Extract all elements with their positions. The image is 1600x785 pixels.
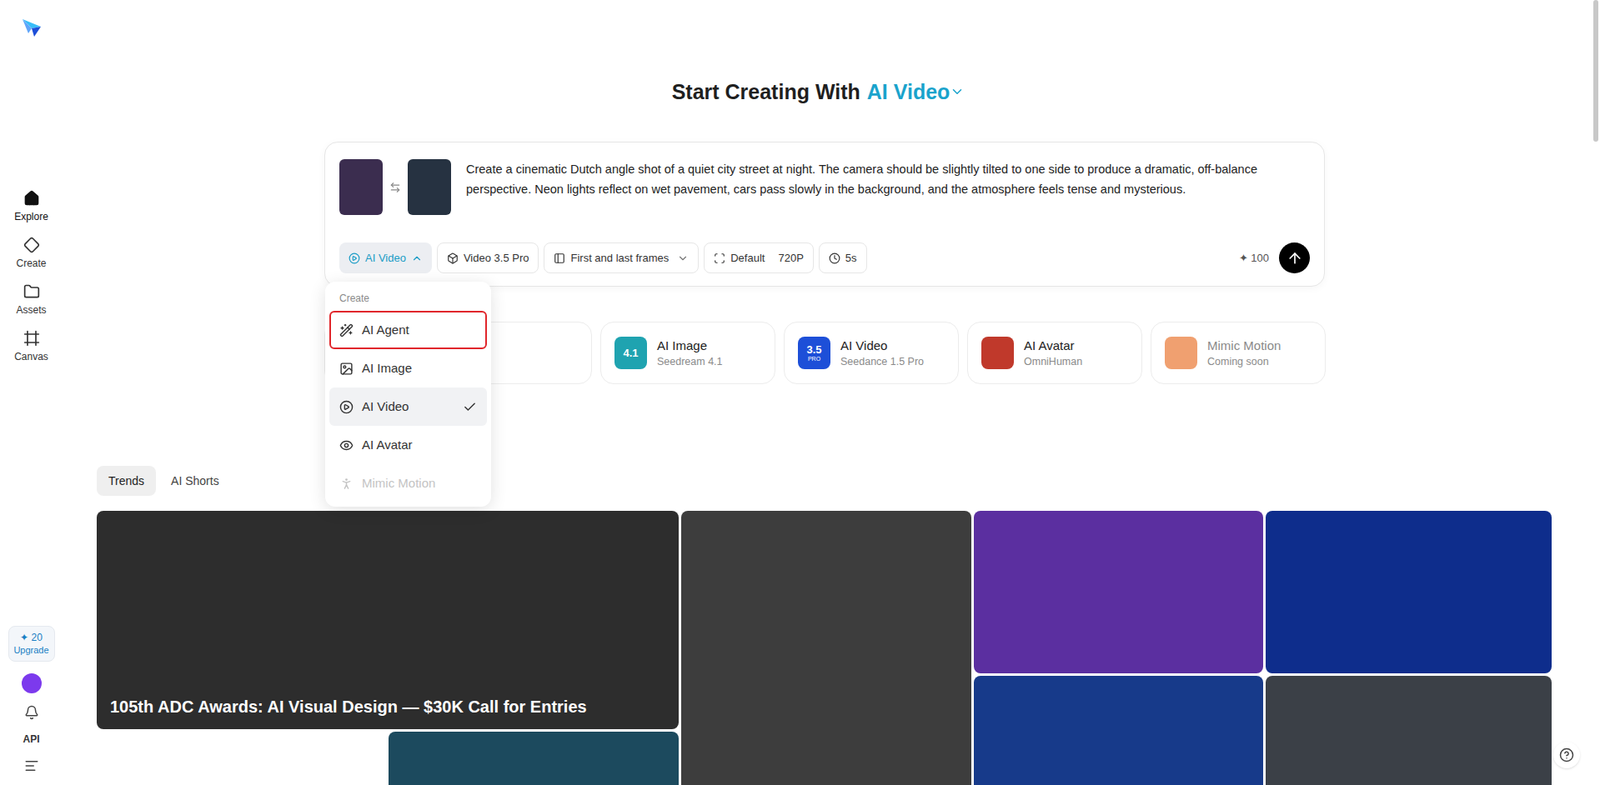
feature-card[interactable]: 3.5PROAI VideoSeedance 1.5 Pro	[783, 321, 959, 385]
swap-icon[interactable]	[389, 181, 402, 194]
mode-icon	[348, 252, 361, 265]
prompt-input[interactable]: Create a cinematic Dutch angle shot of a…	[466, 159, 1310, 216]
prompt-card: Create a cinematic Dutch angle shot of a…	[324, 141, 1325, 287]
feature-card: Mimic MotionComing soon	[1150, 321, 1326, 385]
gallery-tabs: TrendsAI Shorts	[96, 466, 1600, 497]
toolbar-button[interactable]: Video 3.5 Pro	[436, 242, 540, 274]
scrollbar[interactable]	[1593, 0, 1599, 142]
gallery-item[interactable]	[96, 732, 387, 785]
mode-selector[interactable]: AI Video	[867, 78, 966, 106]
feature-card-icon	[981, 336, 1014, 370]
send-button[interactable]	[1278, 242, 1310, 274]
tab[interactable]: Trends	[96, 466, 156, 497]
toolbar-button[interactable]: AI Video	[339, 242, 432, 274]
chevron-down-icon	[677, 252, 689, 265]
gallery-item[interactable]	[681, 511, 972, 785]
sidebar-item[interactable]: Create	[5, 236, 59, 271]
sidebar-item[interactable]: Canvas	[5, 330, 59, 364]
app: Explore Create Assets Canvas ✦ 20Upgrade API S…	[0, 0, 1600, 785]
create-menu: CreateAI AgentAI ImageAI VideoAI AvatarM…	[325, 281, 492, 507]
chevron-up-icon	[411, 252, 423, 265]
sidebar: Explore Create Assets Canvas ✦ 20Upgrade API	[0, 0, 63, 785]
menu-item-icon	[339, 323, 354, 338]
menu-item[interactable]: AI Image	[329, 349, 487, 388]
feature-card-icon	[1164, 336, 1198, 370]
logo-icon[interactable]	[20, 16, 43, 39]
model-icon	[446, 252, 459, 265]
toolbar-button[interactable]: Default720P	[703, 242, 814, 274]
arrow-up-icon	[1286, 250, 1304, 267]
feature-cards: 4.1AI ImageSeedream 4.13.5PROAI VideoSee…	[324, 321, 1600, 385]
gallery-item[interactable]	[973, 511, 1264, 674]
menu-item[interactable]: AI Avatar	[329, 426, 487, 465]
feature-card[interactable]: 4.1AI ImageSeedream 4.1	[600, 321, 776, 385]
tab[interactable]: AI Shorts	[159, 466, 231, 497]
user-avatar[interactable]	[21, 673, 42, 694]
menu-item[interactable]: AI Video	[329, 387, 487, 427]
feature-card-icon: 4.1	[614, 336, 648, 370]
chevron-down-icon	[949, 84, 965, 100]
gallery-item[interactable]	[388, 732, 679, 785]
sidebar-item-icon	[23, 190, 41, 207]
api-link[interactable]: API	[22, 732, 40, 748]
menu-item-icon	[339, 438, 354, 453]
page-heading: Start Creating WithAI Video	[672, 78, 966, 106]
sidebar-item[interactable]: Assets	[5, 283, 59, 317]
menu-icon[interactable]	[24, 758, 40, 774]
frame-thumbnail[interactable]	[407, 159, 452, 216]
gallery-caption: 105th ADC Awards: AI Visual Design — $30…	[110, 697, 666, 718]
ratio-icon	[713, 252, 726, 265]
credits-upgrade[interactable]: ✦ 20Upgrade	[8, 626, 56, 663]
toolbar-button[interactable]: First and last frames	[543, 242, 699, 274]
frames-icon	[553, 252, 566, 265]
menu-heading: Create	[329, 285, 487, 311]
sidebar-item-icon	[23, 236, 41, 254]
duration-icon	[828, 252, 841, 265]
bell-icon[interactable]	[24, 705, 40, 721]
check-icon	[462, 400, 477, 415]
toolbar-button[interactable]: 5s	[818, 242, 868, 274]
frame-thumbnail[interactable]	[339, 159, 383, 216]
credit-cost: ✦ 100	[1238, 250, 1269, 267]
gallery-item[interactable]	[1265, 676, 1552, 785]
menu-item-icon	[339, 361, 354, 377]
help-button[interactable]	[1553, 742, 1580, 769]
sidebar-item[interactable]: Explore	[5, 190, 59, 224]
feature-card-icon: 3.5PRO	[797, 336, 831, 370]
menu-item-icon	[339, 476, 354, 492]
menu-item: Mimic Motion	[329, 464, 487, 503]
sidebar-item-icon	[23, 283, 41, 301]
sidebar-nav: Explore Create Assets Canvas	[5, 190, 59, 364]
help-icon	[1559, 747, 1575, 763]
gallery-item[interactable]	[1265, 511, 1552, 674]
feature-card[interactable]: AI AvatarOmniHuman	[967, 321, 1143, 385]
menu-item[interactable]: AI Agent	[329, 310, 487, 350]
gallery: 105th ADC Awards: AI Visual Design — $30…	[96, 511, 1600, 785]
gallery-item[interactable]: 105th ADC Awards: AI Visual Design — $30…	[96, 511, 679, 730]
sidebar-item-icon	[23, 330, 41, 347]
gallery-item[interactable]	[973, 676, 1264, 785]
main: Start Creating WithAI Video Create a cine…	[62, 0, 1600, 785]
menu-item-icon	[339, 400, 354, 415]
